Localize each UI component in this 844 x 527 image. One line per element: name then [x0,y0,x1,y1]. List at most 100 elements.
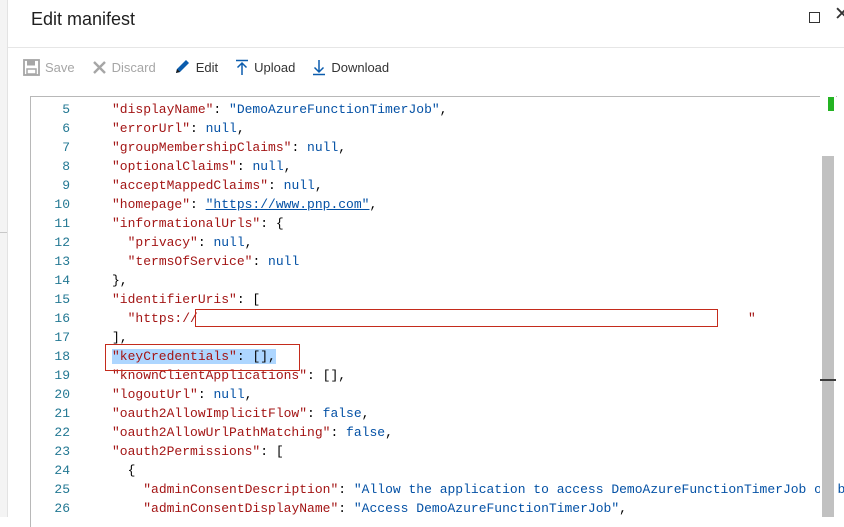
code-text: "https:// " [112,309,756,328]
json-key: "informationalUrls" [112,216,261,231]
panel-header: Edit manifest [8,0,844,48]
code-line: 14}, [30,271,820,290]
download-button[interactable]: Download [312,59,389,76]
separator: : [307,406,323,421]
separator: : [197,387,214,402]
json-key: "privacy" [127,235,198,250]
line-number: 22 [54,425,70,440]
line-number: 23 [54,444,70,459]
json-key: "adminConsentDescription" [143,482,339,497]
code-line: 11 "informationalUrls": { [30,214,820,233]
json-key: "logoutUrl" [112,387,198,402]
code-text: }, [112,271,128,290]
edit-label: Edit [195,59,219,75]
separator: : [338,482,354,497]
discard-button[interactable]: Discard [92,60,156,75]
separator: : [291,140,308,155]
punctuation: { [127,463,136,478]
page-title: Edit manifest [31,9,136,29]
separator: : [190,197,206,212]
code-text: "homepage": "https://www.pnp.com", [112,195,377,214]
json-value: "https:// [127,311,198,326]
line-number: 15 [54,292,70,307]
json-key: "displayName" [112,102,214,117]
line-number: 14 [54,273,70,288]
line-number: 7 [62,140,70,155]
redaction-box [195,309,718,327]
punctuation: , [244,387,253,402]
code-line: 23 "oauth2Permissions": [ [30,442,820,461]
discard-icon [92,60,107,75]
json-value: false [346,425,386,440]
json-key: "acceptMappedClaims" [112,178,269,193]
punctuation: , [385,425,393,440]
code-text: "displayName": "DemoAzureFunctionTimerJo… [112,100,447,119]
code-line: 6 "errorUrl": null, [30,119,820,138]
code-text: "groupMembershipClaims": null, [112,138,346,157]
code-line: 5 "displayName": "DemoAzureFunctionTimerJ… [30,100,820,119]
line-number: 8 [62,159,70,174]
punctuation: , [439,102,448,117]
save-label: Save [45,59,75,75]
punctuation: , [619,501,627,516]
code-line: 20 "logoutUrl": null, [30,385,820,404]
save-button[interactable]: Save [23,58,75,76]
line-number: 10 [54,197,70,212]
json-value: false [322,406,362,421]
punctuation: , [283,159,292,174]
json-value: null [213,387,245,402]
edit-button[interactable]: Edit [173,58,218,76]
scrollbar-thumb[interactable] [822,156,834,517]
code-line: 25 "adminConsentDescription": "Allow the… [30,480,844,499]
pencil-icon [173,58,191,76]
code-text: "oauth2Permissions": [ [112,442,284,461]
separator: : [236,159,253,174]
separator: : [252,254,269,269]
line-number: 26 [54,501,70,516]
code-text: "privacy": null, [112,233,253,252]
header-divider [8,47,844,48]
punctuation: , [361,406,370,421]
code-line: 22 "oauth2AllowUrlPathMatching": false, [30,423,820,442]
scrollbar-change-marker [828,97,834,111]
json-value: "Allow the application to access DemoAzu… [353,482,844,497]
separator: : [ [236,292,261,307]
separator: : [307,368,323,383]
line-number: 5 [62,102,70,117]
code-text: "errorUrl": null, [112,119,245,138]
code-line: 8 "optionalClaims": null, [30,157,820,176]
maximize-icon[interactable] [809,12,820,23]
json-value: "Access DemoAzureFunctionTimerJob" [353,501,620,516]
separator: : [330,425,347,440]
json-key: "errorUrl" [112,121,191,136]
code-text: "informationalUrls": { [112,214,284,233]
upload-button[interactable]: Upload [235,59,295,76]
json-value: "DemoAzureFunctionTimerJob" [229,102,440,117]
punctuation: ], [112,330,128,345]
punctuation: , [244,235,253,250]
toolbar: Save Discard Edit Upload Download [23,56,406,78]
code-text: "oauth2AllowImplicitFlow": false, [112,404,369,423]
code-line: 13 "termsOfService": null [30,252,820,271]
left-panel-divider [0,232,7,233]
json-key: "oauth2AllowImplicitFlow" [112,406,308,421]
line-number: 9 [62,178,70,193]
code-text: "termsOfService": null [112,252,300,271]
code-line: 12 "privacy": null, [30,233,820,252]
separator: : [338,501,354,516]
line-number: 21 [54,406,70,421]
punctuation: , [314,178,323,193]
json-value: null [268,254,300,269]
json-key: "homepage" [112,197,191,212]
download-icon [312,59,326,76]
code-text: "adminConsentDescription": "Allow the ap… [112,480,844,499]
save-icon [23,58,40,76]
json-value: "https://www.pnp.com" [205,197,370,212]
close-icon[interactable]: ✕ [834,5,844,25]
separator: : [213,102,230,117]
separator: : [ [260,444,284,459]
separator: : [268,178,284,193]
json-key: "groupMembershipClaims" [112,140,292,155]
